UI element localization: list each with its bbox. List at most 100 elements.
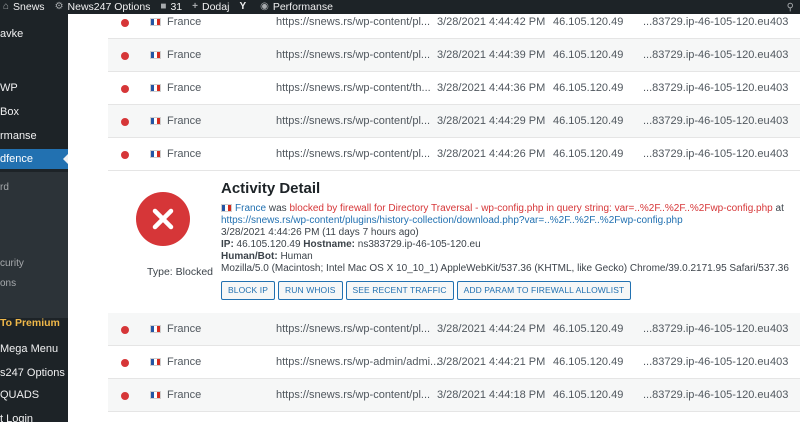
adminbar-performance-label: Performanse	[272, 1, 333, 13]
sidebar-subitem-security[interactable]: curity	[0, 257, 68, 271]
adminbar-performance[interactable]: ◉ Performanse	[255, 0, 338, 14]
time-cell: 3/28/2021 4:44:26 PM	[437, 148, 546, 160]
table-row[interactable]: France https://snews.rs/wp-content/pl...…	[108, 313, 800, 346]
country-cell: France	[150, 379, 201, 412]
add-param-allowlist-button[interactable]: ADD PARAM TO FIREWALL ALLOWLIST	[456, 281, 632, 300]
detail-at: at	[772, 203, 784, 214]
detail-ip-line: IP: 46.105.120.49 Hostname: ns383729.ip-…	[221, 239, 793, 251]
time-cell: 3/28/2021 4:44:18 PM	[437, 389, 546, 401]
detail-user-agent: Mozilla/5.0 (Macintosh; Intel Mac OS X 1…	[221, 263, 789, 274]
hostname-cell: ...83729.ip-46-105-120.eu	[643, 16, 770, 28]
table-row[interactable]: France https://snews.rs/wp-content/pl...…	[108, 105, 800, 138]
sidebar-item-0[interactable]: avke	[0, 27, 68, 41]
time-cell: 3/28/2021 4:44:24 PM	[437, 323, 546, 335]
country-cell: France	[150, 72, 201, 105]
status-code-cell: 403	[770, 389, 789, 401]
table-row[interactable]: France https://snews.rs/wp-admin/admi...…	[108, 346, 800, 379]
detail-country-link[interactable]: France	[235, 203, 266, 214]
sidebar-item-login[interactable]: t Login	[0, 412, 68, 422]
country-name: France	[167, 115, 202, 127]
admin-sidebar: avke WP Box rmanse dfence rd curity ons …	[0, 14, 68, 422]
country-cell: France	[150, 138, 201, 171]
yoast-icon: Y	[239, 1, 247, 12]
detail-summary: France was blocked by firewall for Direc…	[221, 203, 793, 215]
time-cell: 3/28/2021 4:44:39 PM	[437, 49, 546, 61]
ip-cell: 46.105.120.49	[553, 356, 624, 368]
table-row[interactable]: France https://snews.rs/wp-content/pl...…	[108, 14, 800, 39]
sidebar-item-news247-options[interactable]: s247 Options	[0, 366, 68, 380]
ip-cell: 46.105.120.49	[553, 323, 624, 335]
country-name: France	[167, 49, 202, 61]
france-flag-icon	[150, 358, 161, 366]
url-cell: https://snews.rs/wp-content/pl...	[276, 16, 431, 28]
url-cell: https://snews.rs/wp-admin/admi...	[276, 356, 440, 368]
country-name: France	[167, 148, 202, 160]
sidebar-item-3[interactable]: rmanse	[0, 129, 68, 143]
status-code-cell: 403	[770, 49, 789, 61]
hostname-cell: ...83729.ip-46-105-120.eu	[643, 82, 770, 94]
sidebar-item-2[interactable]: Box	[0, 105, 68, 119]
adminbar-site-label: Snews	[13, 1, 45, 13]
hostname-cell: ...83729.ip-46-105-120.eu	[643, 49, 770, 61]
adminbar-new-label: Dodaj	[202, 1, 230, 13]
status-code-cell: 403	[770, 148, 789, 160]
france-flag-icon	[150, 84, 161, 92]
ip-cell: 46.105.120.49	[553, 16, 624, 28]
run-whois-button[interactable]: RUN WHOIS	[278, 281, 343, 300]
country-cell: France	[150, 105, 201, 138]
activity-detail-panel: Type: Blocked Activity Detail France was…	[108, 180, 800, 324]
sidebar-item-label: WP	[0, 82, 18, 94]
sidebar-item-label: Box	[0, 106, 19, 118]
gear-icon: ⚙	[54, 1, 64, 12]
table-row[interactable]: France https://snews.rs/wp-content/pl...…	[108, 138, 800, 171]
status-code-cell: 403	[770, 323, 789, 335]
ip-cell: 46.105.120.49	[553, 115, 624, 127]
comment-icon: ■	[160, 1, 167, 12]
adminbar-site[interactable]: ⌂ Snews	[0, 0, 50, 14]
hostname-cell: ...83729.ip-46-105-120.eu	[643, 115, 770, 127]
time-cell: 3/28/2021 4:44:29 PM	[437, 115, 546, 127]
sidebar-item-wordfence[interactable]: dfence	[0, 149, 68, 169]
sidebar-item-label: avke	[0, 28, 24, 40]
country-cell: France	[150, 14, 201, 39]
sidebar-item-quads[interactable]: QUADS	[0, 388, 68, 402]
time-cell: 3/28/2021 4:44:36 PM	[437, 82, 546, 94]
detail-url-link[interactable]: https://snews.rs/wp-content/plugins/hist…	[221, 215, 793, 227]
humanbot-label: Human/Bot:	[221, 251, 278, 262]
adminbar-yoast[interactable]: Y	[234, 0, 255, 14]
sidebar-item-1[interactable]: WP	[0, 81, 68, 95]
country-name: France	[167, 16, 202, 28]
table-row[interactable]: France https://snews.rs/wp-content/th...…	[108, 72, 800, 105]
sidebar-item-mega-menu[interactable]: Mega Menu	[0, 342, 68, 356]
sidebar-subitem-dashboard[interactable]: rd	[0, 181, 68, 195]
table-row[interactable]: France https://snews.rs/wp-content/pl...…	[108, 39, 800, 72]
ip-cell: 46.105.120.49	[553, 49, 624, 61]
hostname-cell: ...83729.ip-46-105-120.eu	[643, 389, 770, 401]
blocked-status-dot	[121, 118, 129, 126]
blocked-status-dot	[121, 19, 129, 27]
type-label: Type: Blocked	[147, 266, 213, 278]
block-ip-button[interactable]: BLOCK IP	[221, 281, 276, 300]
url-cell: https://snews.rs/wp-content/th...	[276, 82, 431, 94]
hostname-value: ns383729.ip-46-105-120.eu	[354, 239, 481, 250]
france-flag-icon	[221, 204, 232, 212]
france-flag-icon	[150, 150, 161, 158]
detail-was: was	[266, 203, 290, 214]
sidebar-subitem-options[interactable]: ons	[0, 277, 68, 291]
adminbar-options[interactable]: ⚙ News247 Options	[50, 0, 156, 14]
sidebar-item-label: rmanse	[0, 130, 37, 142]
ip-cell: 46.105.120.49	[553, 389, 624, 401]
france-flag-icon	[150, 325, 161, 333]
gauge-icon: ◉	[260, 1, 269, 12]
sidebar-item-upgrade-premium[interactable]: To Premium	[0, 316, 68, 330]
see-recent-traffic-button[interactable]: SEE RECENT TRAFFIC	[345, 281, 454, 300]
table-row[interactable]: France https://snews.rs/wp-content/pl...…	[108, 379, 800, 412]
adminbar-new[interactable]: + Dodaj	[187, 0, 234, 14]
adminbar-comments[interactable]: ■ 31	[155, 0, 187, 14]
sidebar-item-label: Mega Menu	[0, 343, 59, 355]
ip-value: 46.105.120.49	[233, 239, 304, 250]
sidebar-item-label: ons	[0, 278, 17, 289]
search-icon[interactable]: ⚲	[787, 2, 794, 13]
blocked-status-dot	[121, 326, 129, 334]
blocked-status-dot	[121, 151, 129, 159]
